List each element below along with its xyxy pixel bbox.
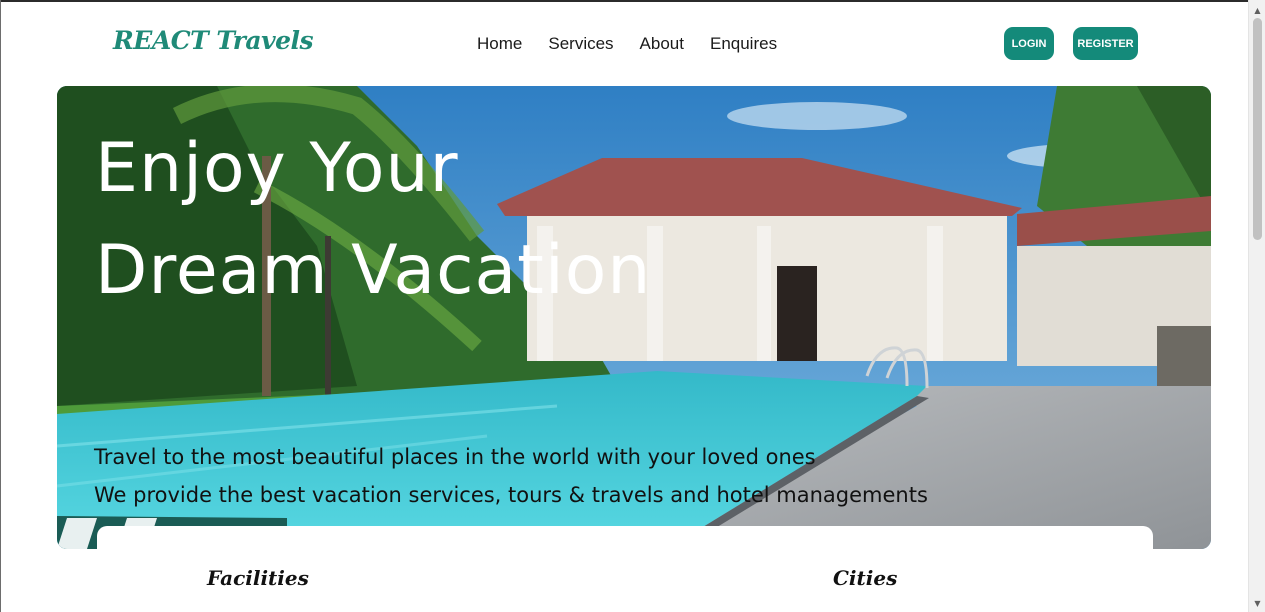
login-button[interactable]: LOGIN (1004, 27, 1054, 60)
window-left-border (0, 0, 1, 612)
facilities-heading: Facilities (207, 566, 309, 590)
vertical-scrollbar[interactable]: ▲ ▼ (1248, 0, 1265, 612)
hero-text-line-1: Travel to the most beautiful places in t… (94, 445, 816, 469)
nav-enquires[interactable]: Enquires (710, 34, 777, 54)
hero-text-line-2: We provide the best vacation services, t… (94, 483, 928, 507)
scrollbar-thumb[interactable] (1253, 18, 1262, 240)
main-nav: Home Services About Enquires (477, 34, 803, 54)
nav-about[interactable]: About (640, 34, 684, 54)
scroll-down-arrow-icon[interactable]: ▼ (1249, 595, 1265, 612)
hero-banner: Enjoy Your Dream Vacation Travel to the … (57, 86, 1211, 549)
nav-services[interactable]: Services (548, 34, 613, 54)
scroll-up-arrow-icon[interactable]: ▲ (1249, 2, 1265, 19)
register-button[interactable]: REGISTER (1073, 27, 1138, 60)
hero-title: Enjoy Your Dream Vacation (95, 118, 651, 322)
hero-description: Travel to the most beautiful places in t… (94, 438, 928, 514)
hero-title-line-1: Enjoy Your (95, 129, 459, 208)
site-header: REACT Travels Home Services About Enquir… (0, 2, 1248, 86)
site-logo[interactable]: REACT Travels (113, 26, 314, 55)
content-card: Facilities Cities (97, 526, 1153, 612)
hero-title-line-2: Dream Vacation (95, 231, 652, 310)
cities-heading: Cities (833, 566, 898, 590)
nav-home[interactable]: Home (477, 34, 522, 54)
